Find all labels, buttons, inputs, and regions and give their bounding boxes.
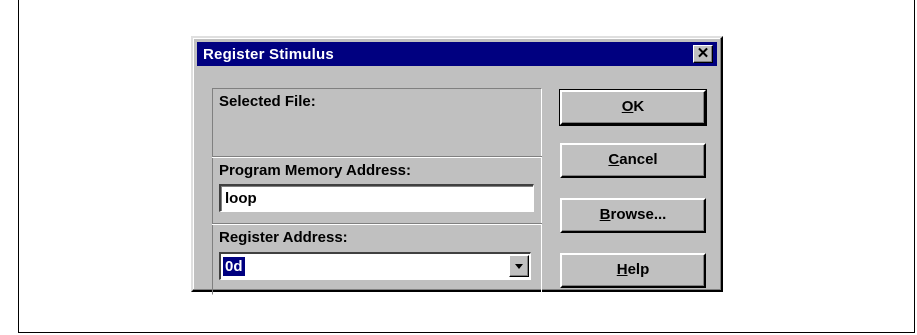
window-title: Register Stimulus [203, 46, 334, 63]
dropdown-button[interactable] [509, 255, 529, 277]
ok-button[interactable]: OK [559, 89, 707, 126]
register-address-value: 0d [223, 257, 245, 276]
close-button[interactable]: ✕ [693, 45, 713, 63]
dropdown-arrow-icon [515, 264, 523, 269]
title-bar[interactable]: Register Stimulus ✕ [197, 42, 717, 66]
program-memory-address-field[interactable]: loop [219, 184, 534, 212]
register-address-label: Register Address: [219, 229, 348, 246]
separator [212, 223, 542, 225]
browse-button[interactable]: Browse... [560, 198, 706, 233]
register-address-combo[interactable]: 0d [219, 252, 531, 280]
cancel-button[interactable]: Cancel [560, 143, 706, 178]
help-button[interactable]: Help [560, 253, 706, 288]
selected-file-label: Selected File: [219, 93, 316, 110]
separator [212, 156, 542, 158]
program-memory-address-label: Program Memory Address: [219, 162, 411, 179]
close-icon: ✕ [696, 45, 710, 62]
